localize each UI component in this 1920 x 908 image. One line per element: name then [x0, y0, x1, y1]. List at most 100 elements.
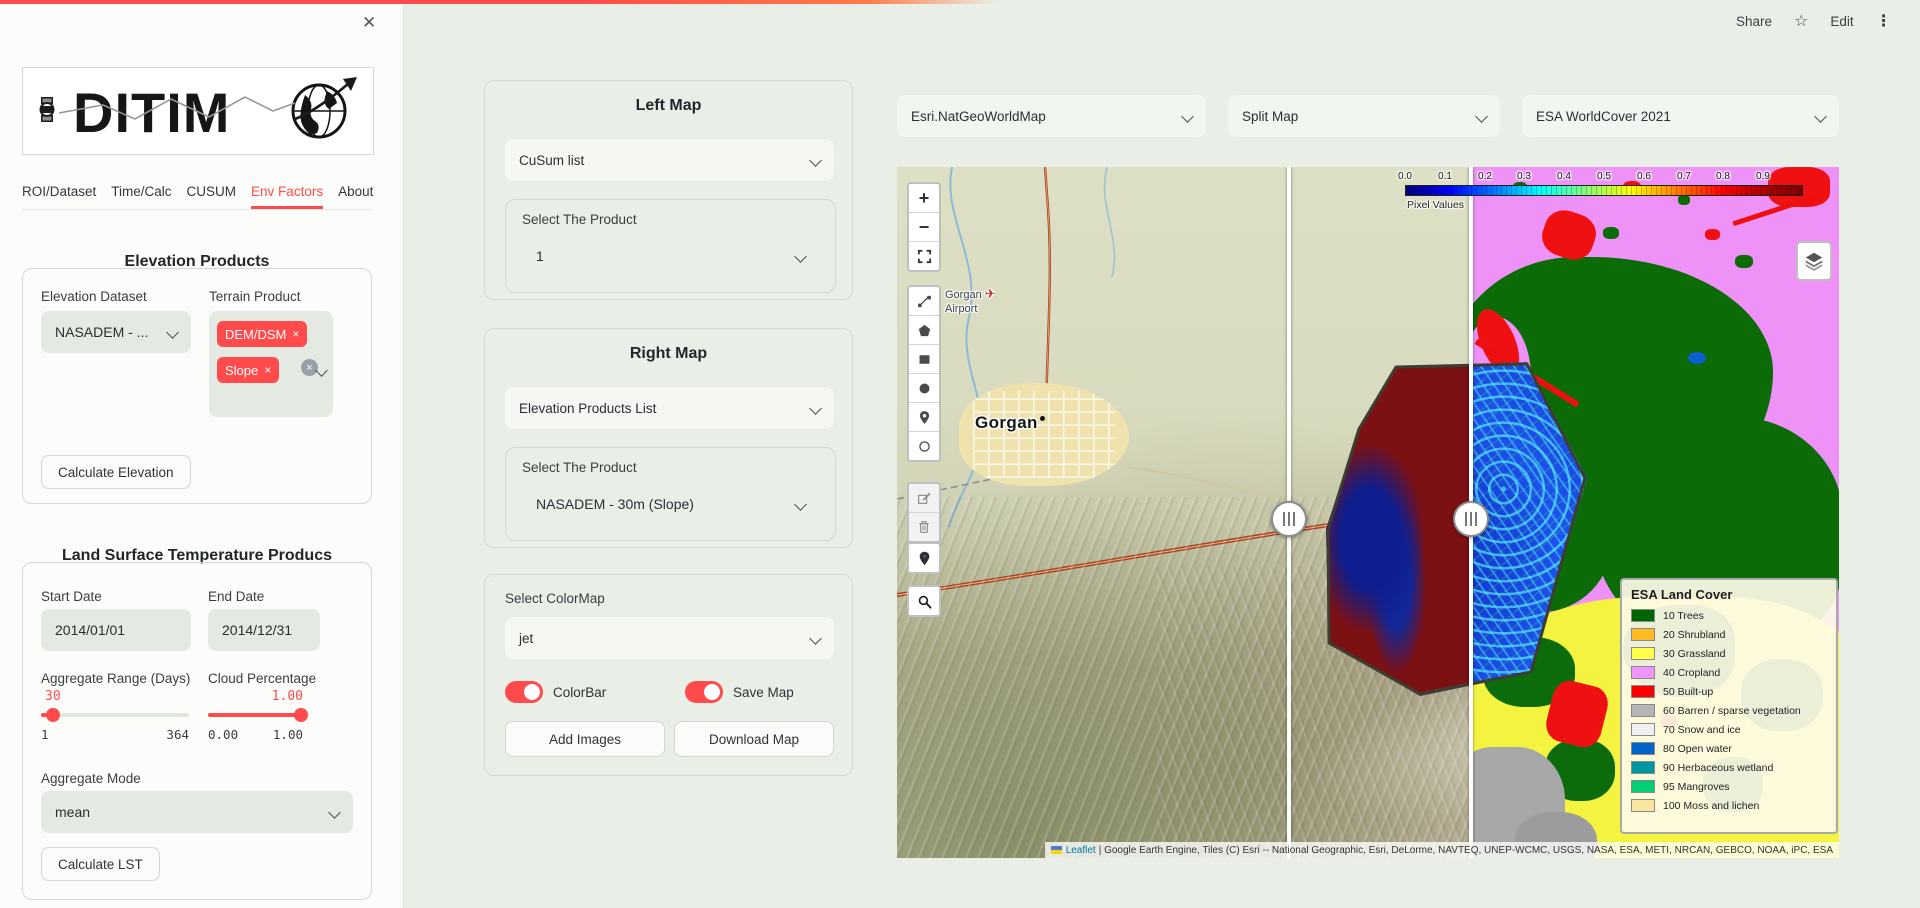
calculate-elevation-button[interactable]: Calculate Elevation — [41, 455, 191, 489]
savemap-toggle[interactable]: Save Map — [685, 681, 794, 703]
delete-layers-button[interactable] — [909, 513, 939, 541]
circlemarker-icon — [916, 438, 933, 455]
left-map-product-select[interactable]: 1 — [522, 236, 819, 276]
aggregate-mode-label: Aggregate Mode — [41, 771, 141, 786]
map-canvas[interactable]: Gorgan✈ Airport Gorgan — [897, 167, 1839, 858]
layers-icon — [1803, 250, 1825, 272]
draw-circle-button[interactable] — [909, 374, 939, 403]
chevron-down-icon — [1814, 110, 1827, 123]
toggle-pill[interactable] — [685, 681, 723, 703]
add-images-button[interactable]: Add Images — [505, 721, 665, 757]
zoom-in-button[interactable]: + — [909, 184, 939, 213]
dark-pin-icon — [916, 550, 933, 567]
chevron-down-icon — [809, 402, 822, 415]
tab-cusum[interactable]: CUSUM — [187, 184, 237, 209]
download-map-button[interactable]: Download Map — [674, 721, 834, 757]
elevation-dataset-select[interactable]: NASADEM - ... — [41, 311, 191, 353]
right-map-title: Right Map — [485, 345, 852, 363]
split-handle-left[interactable] — [1271, 501, 1307, 537]
basemap-select[interactable]: Esri.NatGeoWorldMap — [897, 95, 1206, 137]
multiselect-clear-icon[interactable]: × — [301, 359, 318, 376]
legend-item: 70 Snow and ice — [1631, 720, 1827, 739]
chip-close-icon[interactable]: × — [264, 363, 271, 377]
colormap-select[interactable]: jet — [505, 617, 834, 659]
sidebar-close-icon[interactable]: ✕ — [356, 12, 382, 34]
sidebar: ✕ DITIM ROI/Dataset — [0, 0, 404, 908]
star-icon[interactable]: ☆ — [1794, 11, 1808, 31]
polygon-icon — [916, 322, 933, 339]
decoration-bar — [0, 0, 1920, 4]
overlay-select[interactable]: ESA WorldCover 2021 — [1522, 95, 1839, 137]
terrain-product-multiselect[interactable]: DEM/DSM × Slope × × — [209, 311, 333, 417]
tab-env-factors[interactable]: Env Factors — [251, 184, 323, 209]
start-date-field[interactable]: 2014/01/01 — [41, 609, 191, 651]
basemap-select-value: Esri.NatGeoWorldMap — [911, 109, 1046, 124]
zoom-out-button[interactable]: − — [909, 213, 939, 242]
layers-control[interactable] — [1796, 241, 1832, 281]
right-map-list-select[interactable]: Elevation Products List — [505, 387, 834, 429]
terrain-chip-slope[interactable]: Slope × — [217, 357, 279, 383]
share-button[interactable]: Share — [1736, 14, 1772, 29]
edit-button[interactable]: Edit — [1830, 14, 1853, 29]
cloud-percentage-slider-thumb[interactable] — [294, 708, 308, 722]
legend-swatch — [1631, 685, 1655, 698]
chevron-down-icon — [809, 632, 822, 645]
legend-label: 40 Cropland — [1663, 667, 1720, 679]
tab-roi-dataset[interactable]: ROI/Dataset — [22, 184, 96, 209]
polyline-icon — [916, 293, 933, 310]
leaflet-link[interactable]: Leaflet — [1066, 845, 1096, 856]
trash-icon — [916, 519, 932, 535]
legend-item: 30 Grassland — [1631, 644, 1827, 663]
draw-polyline-button[interactable] — [909, 287, 939, 316]
right-map-product-label: Select The Product — [522, 460, 637, 475]
chip-close-icon[interactable]: × — [292, 327, 299, 341]
right-map-product-select[interactable]: NASADEM - 30m (Slope) — [522, 484, 819, 524]
chip-label: Slope — [225, 363, 258, 378]
split-handle-right[interactable] — [1453, 501, 1489, 537]
legend-label: 30 Grassland — [1663, 648, 1725, 660]
toggle-pill[interactable] — [505, 681, 543, 703]
colormap-value: jet — [519, 631, 533, 646]
kebab-menu-icon[interactable]: ⋮ — [1876, 11, 1892, 31]
edit-layers-button[interactable] — [909, 484, 939, 513]
draw-rectangle-button[interactable] — [909, 345, 939, 374]
city-map-label: Gorgan — [975, 413, 1045, 433]
river-line — [1105, 167, 1115, 277]
sidebar-tabs: ROI/Dataset Time/Calc CUSUM Env Factors … — [22, 184, 382, 209]
right-map-panel: Right Map Elevation Products List Select… — [484, 328, 853, 548]
end-date-field[interactable]: 2014/12/31 — [208, 609, 320, 651]
legend-swatch — [1631, 609, 1655, 622]
map-mode-select[interactable]: Split Map — [1228, 95, 1500, 137]
tab-about[interactable]: About — [338, 184, 373, 209]
esa-trees-speck — [1603, 227, 1619, 239]
right-map-product-value: NASADEM - 30m (Slope) — [536, 496, 694, 512]
aggregate-mode-select[interactable]: mean — [41, 791, 353, 833]
cloud-max: 1.00 — [235, 727, 303, 742]
aggregate-range-slider[interactable] — [41, 713, 189, 717]
terrain-chip-dem-dsm[interactable]: DEM/DSM × — [217, 321, 307, 347]
left-map-list-value: CuSum list — [519, 153, 584, 168]
chip-label: DEM/DSM — [225, 327, 286, 342]
colorbar-toggle[interactable]: ColorBar — [505, 681, 606, 703]
search-button[interactable] — [909, 587, 939, 615]
draw-polygon-button[interactable] — [909, 316, 939, 345]
calculate-lst-button[interactable]: Calculate LST — [41, 847, 160, 881]
aggregate-range-slider-thumb[interactable] — [46, 708, 60, 722]
airport-label-line2: Airport — [945, 303, 977, 315]
draw-marker-button[interactable] — [909, 403, 939, 432]
attribution-text: | Google Earth Engine, Tiles (C) Esri --… — [1099, 845, 1833, 856]
left-map-list-select[interactable]: CuSum list — [505, 139, 834, 181]
fullscreen-button[interactable] — [909, 242, 939, 270]
legend-item: 80 Open water — [1631, 739, 1827, 758]
chevron-down-icon — [809, 154, 822, 167]
legend-label: 70 Snow and ice — [1663, 724, 1741, 736]
draw-circlemarker-button[interactable] — [909, 432, 939, 460]
legend-item: 90 Herbaceous wetland — [1631, 758, 1827, 777]
cloud-percentage-slider[interactable] — [208, 713, 303, 717]
place-marker-button[interactable] — [909, 544, 939, 572]
tab-time-calc[interactable]: Time/Calc — [111, 184, 171, 209]
legend-title: ESA Land Cover — [1631, 587, 1827, 602]
start-date-label: Start Date — [41, 589, 102, 604]
left-map-product-card: Select The Product 1 — [505, 199, 836, 293]
chevron-down-icon — [794, 498, 807, 511]
